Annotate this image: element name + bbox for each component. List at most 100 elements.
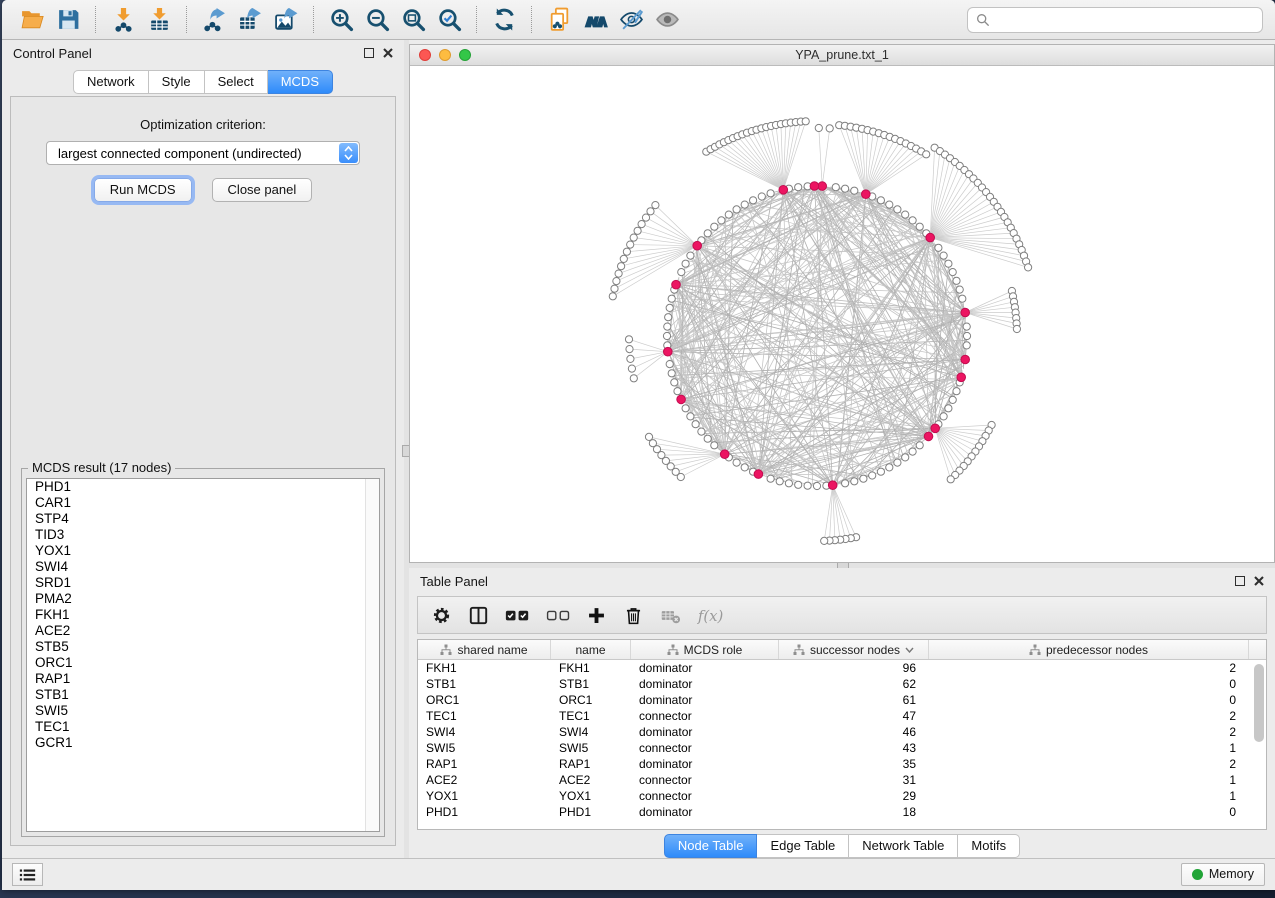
zoom-fit-button[interactable] [395,5,431,35]
run-mcds-button[interactable]: Run MCDS [94,178,192,202]
mcds-result-item[interactable]: RAP1 [27,671,379,687]
float-table-panel-icon[interactable] [1235,576,1245,586]
tab-mcds[interactable]: MCDS [268,70,333,94]
cell: dominator [631,757,779,771]
close-panel-button[interactable]: Close panel [212,178,313,202]
column-header-MCDS-role[interactable]: MCDS role [631,640,779,659]
toolbar-separator [186,6,187,33]
network-view-window: YPA_prune.txt_1 [409,44,1275,563]
table-row[interactable]: SWI5SWI5connector431 [418,740,1266,756]
node-table[interactable]: shared namenameMCDS rolesuccessor nodesp… [417,639,1267,830]
mcds-result-item[interactable]: YOX1 [27,543,379,559]
table-row[interactable]: YOX1YOX1connector291 [418,788,1266,804]
table-row[interactable]: ORC1ORC1dominator610 [418,692,1266,708]
table-row[interactable]: SWI4SWI4dominator462 [418,724,1266,740]
save-button[interactable] [50,5,86,35]
cell: connector [631,773,779,787]
mcds-result-item[interactable]: ORC1 [27,655,379,671]
refresh-button[interactable] [486,5,522,35]
cell: 1 [929,789,1249,803]
network-window-titlebar[interactable]: YPA_prune.txt_1 [410,45,1274,66]
mcds-result-item[interactable]: SRD1 [27,575,379,591]
duplicate-network-icon [547,7,572,32]
column-header-successor-nodes[interactable]: successor nodes [779,640,929,659]
mcds-result-item[interactable]: STB5 [27,639,379,655]
mcds-result-item[interactable]: ACE2 [27,623,379,639]
table-tab-motifs[interactable]: Motifs [958,834,1020,858]
import-table-button[interactable] [141,5,177,35]
table-row[interactable]: FKH1FKH1dominator962 [418,660,1266,676]
deselect-all-button[interactable] [543,602,574,629]
mcds-result-item[interactable]: STP4 [27,511,379,527]
window-maximize-button[interactable] [459,49,471,61]
zoom-selected-button[interactable] [431,5,467,35]
table-tab-network-table[interactable]: Network Table [849,834,958,858]
delete-row-icon [623,605,644,626]
cell: ORC1 [418,693,551,707]
duplicate-network-button[interactable] [541,5,577,35]
column-header-name[interactable]: name [551,640,631,659]
hide-graphics-button[interactable] [613,5,649,35]
mcds-result-list[interactable]: PHD1CAR1STP4TID3YOX1SWI4SRD1PMA2FKH1ACE2… [26,478,380,832]
settings-button[interactable] [428,602,455,629]
zoom-out-button[interactable] [359,5,395,35]
column-header-shared-name[interactable]: shared name [418,640,551,659]
export-table-button[interactable] [232,5,268,35]
table-tab-node-table[interactable]: Node Table [664,834,758,858]
mcds-list-scrollbar[interactable] [365,479,379,831]
optimization-criterion-select[interactable]: largest connected component (undirected) [46,141,360,165]
open-file-icon [20,7,45,32]
tab-select[interactable]: Select [205,70,268,94]
mcds-result-item[interactable]: FKH1 [27,607,379,623]
window-close-button[interactable] [419,49,431,61]
float-panel-icon[interactable] [364,48,374,58]
table-scrollbar-thumb[interactable] [1254,664,1264,742]
binoculars-button[interactable] [577,5,613,35]
tab-network[interactable]: Network [73,70,149,94]
network-canvas[interactable] [410,66,1274,562]
table-row[interactable]: PHD1PHD1dominator180 [418,804,1266,820]
mcds-result-item[interactable]: TEC1 [27,719,379,735]
cell: YOX1 [551,789,631,803]
mcds-result-item[interactable]: STB1 [27,687,379,703]
zoom-in-button[interactable] [323,5,359,35]
table-row[interactable]: ACE2ACE2connector311 [418,772,1266,788]
import-network-button[interactable] [105,5,141,35]
table-tab-edge-table[interactable]: Edge Table [757,834,849,858]
table-row[interactable]: STB1STB1dominator620 [418,676,1266,692]
show-graphics-icon [655,7,680,32]
mcds-result-item[interactable]: SWI4 [27,559,379,575]
mcds-result-item[interactable]: CAR1 [27,495,379,511]
show-graphics-button[interactable] [649,5,685,35]
mcds-result-item[interactable]: TID3 [27,527,379,543]
mcds-result-item[interactable]: SWI5 [27,703,379,719]
log-console-button[interactable] [12,863,43,886]
open-file-button[interactable] [14,5,50,35]
memory-button[interactable]: Memory [1181,863,1265,886]
close-table-panel-icon[interactable] [1254,576,1264,586]
table-scrollbar[interactable] [1252,662,1265,827]
toolbar-icon-group [14,5,685,35]
select-all-button[interactable] [502,602,533,629]
close-panel-icon[interactable] [383,48,393,58]
export-image-button[interactable] [268,5,304,35]
table-row[interactable]: TEC1TEC1connector472 [418,708,1266,724]
mcds-result-item[interactable]: GCR1 [27,735,379,751]
search-box[interactable] [967,7,1263,33]
columns-button[interactable] [465,602,492,629]
mcds-result-item[interactable]: PHD1 [27,479,379,495]
add-row-button[interactable] [583,602,610,629]
main-toolbar [2,0,1275,40]
mcds-result-item[interactable]: PMA2 [27,591,379,607]
search-input[interactable] [996,11,1254,28]
column-header-predecessor-nodes[interactable]: predecessor nodes [929,640,1249,659]
export-network-button[interactable] [196,5,232,35]
cell: 2 [929,709,1249,723]
cell: 18 [779,805,929,819]
window-minimize-button[interactable] [439,49,451,61]
table-row[interactable]: RAP1RAP1dominator352 [418,756,1266,772]
toolbar-separator [313,6,314,33]
tab-style[interactable]: Style [149,70,205,94]
control-panel-tabs: NetworkStyleSelectMCDS [2,70,404,94]
delete-row-button[interactable] [620,602,647,629]
